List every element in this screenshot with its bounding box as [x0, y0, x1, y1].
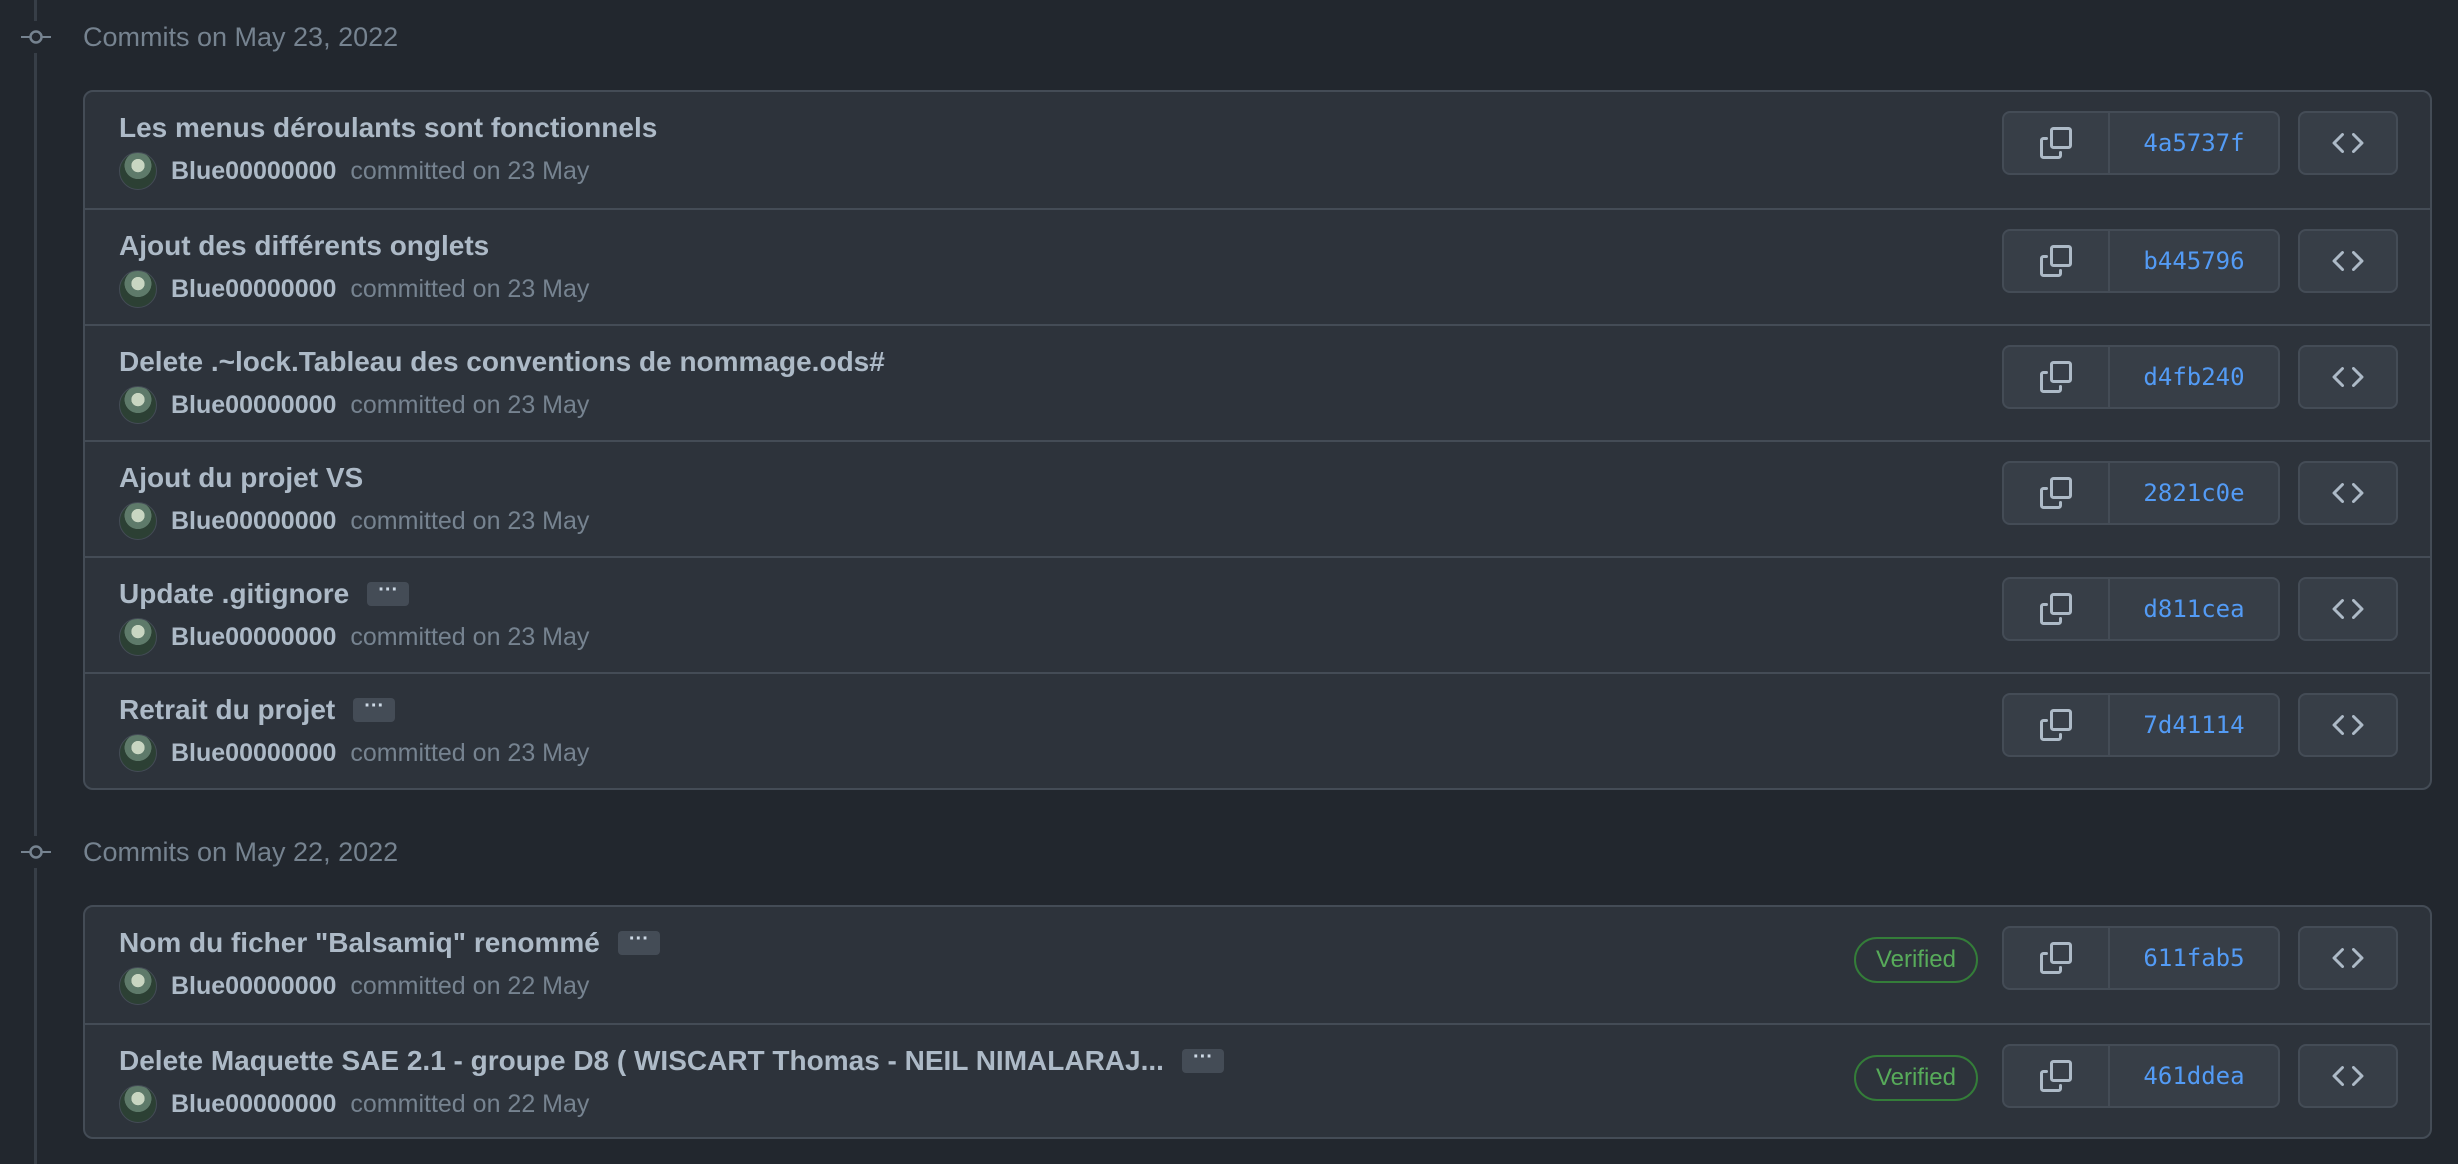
browse-code-button[interactable] — [2298, 229, 2398, 293]
copy-icon — [2040, 361, 2072, 393]
commit-row: Nom du ficher "Balsamiq" renommé ··· Blue… — [85, 907, 2430, 1023]
commit-date: committed on 23 May — [350, 506, 590, 535]
author-link[interactable]: Blue00000000 — [171, 1090, 336, 1119]
commit-message-link[interactable]: Update .gitignore — [119, 578, 349, 610]
copy-sha-button[interactable] — [2004, 1046, 2110, 1106]
commit-sha-link[interactable]: 461ddea — [2110, 1046, 2278, 1106]
commit-sha-link[interactable]: 7d41114 — [2110, 695, 2278, 755]
timeline-line — [34, 0, 37, 1164]
commit-message-link[interactable]: Delete .~lock.Tableau des conventions de… — [119, 346, 885, 378]
commit-list: Nom du ficher "Balsamiq" renommé ··· Blue… — [83, 905, 2432, 1139]
copy-icon — [2040, 127, 2072, 159]
commit-sha-link[interactable]: b445796 — [2110, 231, 2278, 291]
commit-message-link[interactable]: Ajout du projet VS — [119, 462, 363, 494]
copy-icon — [2040, 593, 2072, 625]
author-link[interactable]: Blue00000000 — [171, 972, 336, 1001]
author-link[interactable]: Blue00000000 — [171, 739, 336, 768]
avatar[interactable] — [119, 734, 157, 772]
code-icon — [2332, 1065, 2364, 1087]
author-link[interactable]: Blue00000000 — [171, 157, 336, 186]
commit-message-link[interactable]: Ajout des différents onglets — [119, 230, 489, 262]
commit-sha-link[interactable]: 611fab5 — [2110, 928, 2278, 988]
copy-sha-button[interactable] — [2004, 579, 2110, 639]
commit-row: Delete .~lock.Tableau des conventions de… — [85, 324, 2430, 440]
verified-badge[interactable]: Verified — [1853, 1055, 1978, 1101]
copy-icon — [2040, 942, 2072, 974]
commit-row: Update .gitignore ··· Blue00000000 committ… — [85, 556, 2430, 672]
code-icon — [2332, 132, 2364, 154]
commit-date: committed on 22 May — [350, 1089, 590, 1118]
commit-date: committed on 23 May — [350, 390, 590, 419]
commit-group: Commits on May 22, 2022 — [0, 832, 2458, 872]
git-commit-icon — [20, 21, 52, 53]
browse-code-button[interactable] — [2298, 461, 2398, 525]
avatar[interactable] — [119, 152, 157, 190]
copy-sha-button[interactable] — [2004, 113, 2110, 173]
avatar[interactable] — [119, 386, 157, 424]
browse-code-button[interactable] — [2298, 111, 2398, 175]
expand-message-button[interactable]: ··· — [617, 929, 660, 955]
copy-sha-button[interactable] — [2004, 695, 2110, 755]
code-icon — [2332, 482, 2364, 504]
browse-code-button[interactable] — [2298, 1044, 2398, 1108]
commit-sha-link[interactable]: 4a5737f — [2110, 113, 2278, 173]
copy-icon — [2040, 245, 2072, 277]
browse-code-button[interactable] — [2298, 693, 2398, 757]
commit-group-header: Commits on May 22, 2022 — [0, 832, 2458, 872]
commit-group: Commits on May 23, 2022 — [0, 17, 2458, 57]
commit-message-link[interactable]: Delete Maquette SAE 2.1 - groupe D8 ( WI… — [119, 1045, 1164, 1077]
verified-badge[interactable]: Verified — [1853, 937, 1978, 983]
commit-row: Les menus déroulants sont fonctionnels B… — [85, 92, 2430, 208]
copy-icon — [2040, 477, 2072, 509]
commit-row: Delete Maquette SAE 2.1 - groupe D8 ( WI… — [85, 1023, 2430, 1139]
copy-icon — [2040, 1060, 2072, 1092]
browse-code-button[interactable] — [2298, 577, 2398, 641]
code-icon — [2332, 947, 2364, 969]
commit-message-link[interactable]: Retrait du projet — [119, 694, 335, 726]
expand-message-button[interactable]: ··· — [353, 696, 396, 722]
commit-date: committed on 22 May — [350, 971, 590, 1000]
copy-sha-button[interactable] — [2004, 928, 2110, 988]
author-link[interactable]: Blue00000000 — [171, 507, 336, 536]
expand-message-button[interactable]: ··· — [367, 580, 410, 606]
commit-date: committed on 23 May — [350, 156, 590, 185]
copy-sha-button[interactable] — [2004, 231, 2110, 291]
copy-sha-button[interactable] — [2004, 463, 2110, 523]
group-title: Commits on May 23, 2022 — [83, 21, 399, 52]
commit-sha-link[interactable]: d811cea — [2110, 579, 2278, 639]
commit-message-link[interactable]: Les menus déroulants sont fonctionnels — [119, 112, 657, 144]
copy-sha-button[interactable] — [2004, 347, 2110, 407]
author-link[interactable]: Blue00000000 — [171, 275, 336, 304]
code-icon — [2332, 598, 2364, 620]
code-icon — [2332, 714, 2364, 736]
avatar[interactable] — [119, 502, 157, 540]
code-icon — [2332, 366, 2364, 388]
commit-row: Retrait du projet ··· Blue00000000 committ… — [85, 672, 2430, 788]
avatar[interactable] — [119, 1085, 157, 1123]
commit-row: Ajout des différents onglets Blue0000000… — [85, 208, 2430, 324]
avatar[interactable] — [119, 618, 157, 656]
git-commit-icon — [20, 836, 52, 868]
browse-code-button[interactable] — [2298, 345, 2398, 409]
commit-row: Ajout du projet VS Blue00000000 committed… — [85, 440, 2430, 556]
expand-message-button[interactable]: ··· — [1181, 1047, 1224, 1073]
group-title: Commits on May 22, 2022 — [83, 836, 399, 867]
copy-icon — [2040, 709, 2072, 741]
commit-date: committed on 23 May — [350, 622, 590, 651]
commit-sha-link[interactable]: d4fb240 — [2110, 347, 2278, 407]
commit-list: Les menus déroulants sont fonctionnels B… — [83, 90, 2432, 790]
author-link[interactable]: Blue00000000 — [171, 391, 336, 420]
commit-sha-link[interactable]: 2821c0e — [2110, 463, 2278, 523]
author-link[interactable]: Blue00000000 — [171, 623, 336, 652]
browse-code-button[interactable] — [2298, 926, 2398, 990]
commit-message-link[interactable]: Nom du ficher "Balsamiq" renommé — [119, 927, 600, 959]
avatar[interactable] — [119, 270, 157, 308]
commit-date: committed on 23 May — [350, 738, 590, 767]
code-icon — [2332, 250, 2364, 272]
avatar[interactable] — [119, 967, 157, 1005]
commit-group-header: Commits on May 23, 2022 — [0, 17, 2458, 57]
commit-date: committed on 23 May — [350, 274, 590, 303]
